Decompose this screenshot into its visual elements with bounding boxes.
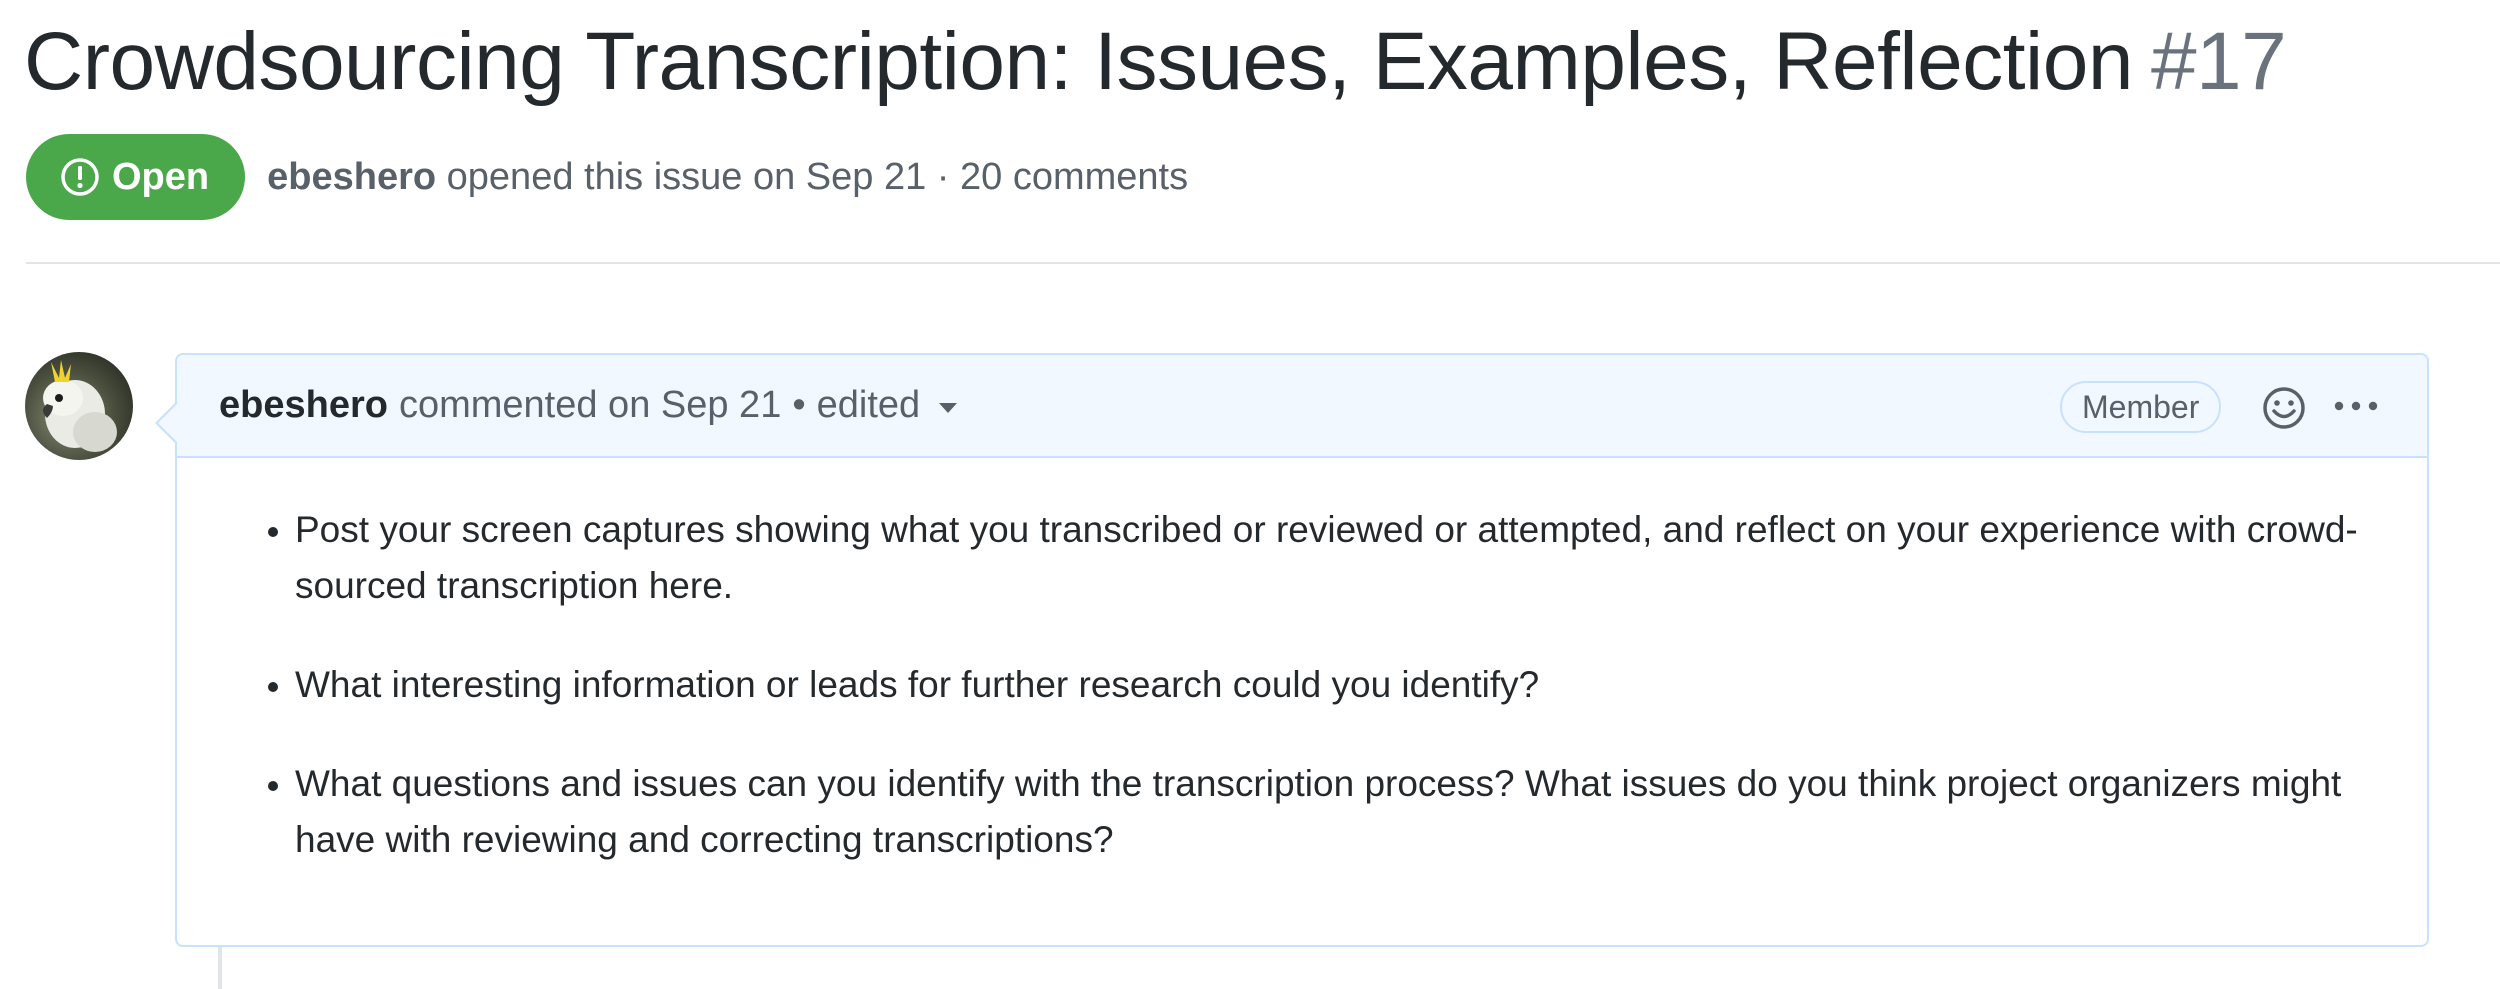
comment-author-link[interactable]: ebeshero [219,384,388,427]
comment-list-item: What interesting information or leads fo… [295,657,2387,713]
edited-history-dropdown[interactable]: edited [817,384,959,427]
issue-title: Crowdsourcing Transcription: Issues, Exa… [24,16,2133,107]
comment-timestamp-link[interactable]: commented on Sep 21 [399,384,781,427]
issue-opened-icon [61,158,99,196]
comment-list-item: What questions and issues can you identi… [295,756,2387,868]
cockatoo-avatar-image [25,352,133,460]
triangle-down-icon [939,402,958,413]
comment-bullet-list: Post your screen captures showing what y… [249,502,2387,868]
issue-page: Crowdsourcing Transcription: Issues, Exa… [0,0,2500,989]
smiley-icon [2263,387,2305,429]
issue-opened-summary: opened this issue on Sep 21 · 20 comment… [446,155,1189,198]
comment-meta: ebeshero commented on Sep 21 • edited [219,355,958,456]
add-reaction-button[interactable] [2260,384,2308,432]
author-association-badge: Member [2060,381,2222,433]
comment-actions-button[interactable] [2332,386,2380,426]
header-divider [26,262,2500,264]
author-avatar[interactable] [25,352,133,460]
issue-title-heading: Crowdsourcing Transcription: Issues, Exa… [24,8,2287,116]
comment-pointer-fill [158,403,178,443]
comment-separator: • [792,384,806,426]
comment-list-item: Post your screen captures showing what y… [295,502,2387,614]
comment-card: ebeshero commented on Sep 21 • edited Me… [155,353,2429,947]
kebab-horizontal-icon [2334,401,2378,411]
issue-number: #17 [2150,16,2287,107]
issue-meta: Open ebeshero opened this issue on Sep 2… [26,134,1188,220]
comment-header: ebeshero commented on Sep 21 • edited Me… [177,355,2427,458]
issue-state-label: Open [112,155,210,198]
issue-meta-text: ebeshero opened this issue on Sep 21 · 2… [267,156,1188,199]
issue-author-link[interactable]: ebeshero [267,156,436,198]
issue-state-badge: Open [26,134,246,220]
edited-label: edited [816,384,921,426]
comment-body: Post your screen captures showing what y… [177,458,2427,868]
timeline-connector [218,947,222,989]
